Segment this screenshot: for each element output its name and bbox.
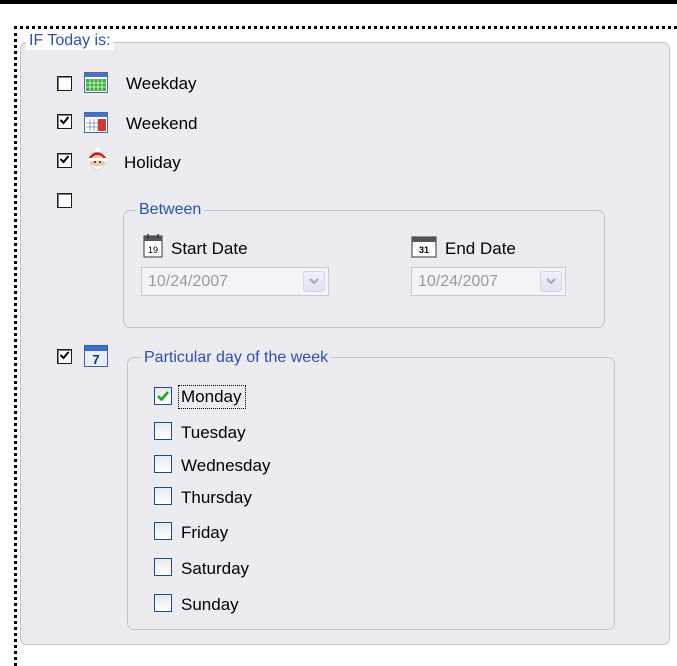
monday-checkbox[interactable] (154, 387, 172, 405)
calendar-week-icon (84, 72, 108, 98)
sunday-checkbox[interactable] (154, 594, 172, 612)
weekday-label: Weekday (126, 74, 197, 93)
weekend-label: Weekend (126, 114, 198, 133)
sunday-label: Sunday (181, 595, 239, 614)
santa-holiday-icon (84, 147, 111, 179)
end-date-picker[interactable]: 10/24/2007 (411, 267, 566, 296)
end-date-value: 10/24/2007 (418, 273, 499, 290)
end-date-calendar-icon: 31 (411, 236, 437, 263)
between-legend: Between (136, 201, 205, 219)
thursday-label: Thursday (181, 488, 252, 507)
if-today-legend: IF Today is: (26, 32, 114, 50)
friday-checkbox[interactable] (154, 522, 172, 540)
start-date-label: Start Date (171, 239, 248, 258)
between-checkbox[interactable] (57, 193, 72, 208)
check-mark-icon (60, 155, 69, 164)
saturday-checkbox[interactable] (154, 558, 172, 576)
check-mark-icon (60, 351, 69, 360)
chevron-down-icon (546, 278, 556, 285)
weekday-checkbox[interactable] (57, 76, 72, 91)
start-date-value: 10/24/2007 (148, 273, 229, 290)
check-mark-icon (60, 116, 69, 125)
thursday-checkbox[interactable] (154, 487, 172, 505)
start-date-picker[interactable]: 10/24/2007 (141, 267, 329, 296)
friday-label: Friday (181, 523, 229, 542)
holiday-checkbox[interactable] (57, 153, 72, 168)
svg-text:31: 31 (419, 245, 429, 255)
tuesday-checkbox[interactable] (154, 422, 172, 440)
saturday-label: Saturday (181, 559, 250, 578)
wednesday-label: Wednesday (181, 456, 271, 475)
holiday-label: Holiday (124, 153, 181, 172)
start-date-calendar-icon: 19 (143, 233, 163, 263)
end-date-dropdown-button[interactable] (540, 271, 562, 292)
tuesday-label: Tuesday (181, 423, 246, 442)
top-border-line (0, 0, 677, 4)
start-date-dropdown-button[interactable] (303, 271, 325, 292)
wednesday-checkbox[interactable] (154, 455, 172, 473)
end-date-label: End Date (445, 239, 516, 258)
particular-day-checkbox[interactable] (57, 349, 72, 364)
svg-text:19: 19 (148, 245, 158, 255)
weekend-checkbox[interactable] (57, 114, 72, 129)
calendar-day-seven-icon: 7 (84, 345, 108, 372)
particular-day-legend: Particular day of the week (141, 349, 332, 367)
calendar-weekend-icon (84, 112, 108, 138)
chevron-down-icon (309, 278, 319, 285)
check-mark-icon (157, 391, 169, 402)
svg-text:7: 7 (92, 352, 99, 367)
monday-focus-rectangle (178, 385, 246, 409)
